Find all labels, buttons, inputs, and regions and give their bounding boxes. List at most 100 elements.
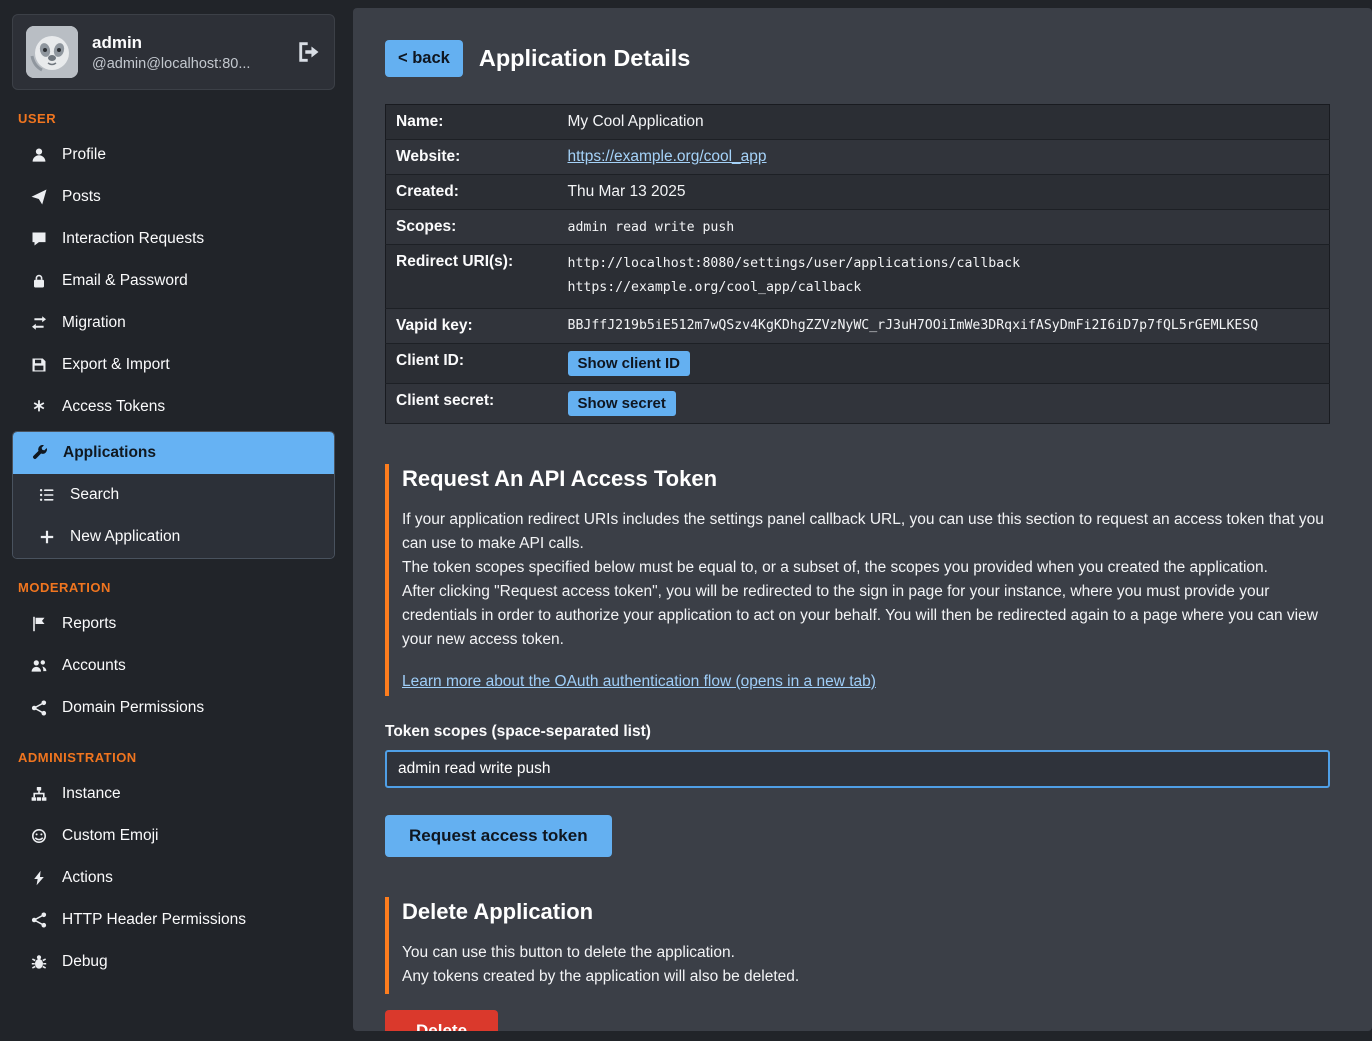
page-header: < back Application Details [385,40,1330,77]
page: admin @admin@localhost:80... USER Profile… [0,0,1372,1041]
request-access-token-button[interactable]: Request access token [385,815,612,857]
delete-button[interactable]: Delete [385,1010,498,1031]
detail-label: Client ID: [386,343,562,383]
detail-value: My Cool Application [562,105,1330,140]
token-section-paragraph: The token scopes specified below must be… [402,556,1330,580]
sidebar-item-export-import[interactable]: Export & Import [12,344,335,386]
detail-value: admin read write push [562,210,1330,245]
sidebar-item-label: Access Tokens [62,398,165,416]
detail-label: Scopes: [386,210,562,245]
nav-group-applications: ApplicationsSearch New Application [12,431,335,559]
show-secret-button[interactable]: Show secret [568,391,676,416]
list-icon [38,487,55,503]
sidebar-item-search[interactable]: Search [13,474,334,516]
user-handle: @admin@localhost:80... [92,56,250,72]
flag-icon [30,616,47,632]
detail-value: http://localhost:8080/settings/user/appl… [562,245,1330,309]
sidebar-nav: USER Profile Posts Interaction Requests Emai… [12,111,335,983]
sidebar-item-label: New Application [70,528,180,546]
bolt-icon [30,870,47,886]
lock-icon [30,273,47,289]
sidebar-item-new-application[interactable]: New Application [13,516,334,558]
sidebar-item-label: Migration [62,314,126,332]
detail-row-website: Website:https://example.org/cool_app [386,140,1330,175]
wrench-icon [31,445,48,461]
sidebar-item-reports[interactable]: Reports [12,603,335,645]
application-details-table: Name:My Cool ApplicationWebsite:https://… [385,104,1330,424]
sidebar-item-label: Debug [62,953,108,971]
detail-row-created: Created:Thu Mar 13 2025 [386,175,1330,210]
sidebar-item-label: Custom Emoji [62,827,158,845]
sidebar-item-label: Actions [62,869,113,887]
detail-row-client-id: Client ID:Show client ID [386,343,1330,383]
sidebar-item-label: Reports [62,615,116,633]
share-nodes-icon [30,912,47,928]
sidebar-item-label: Instance [62,785,121,803]
sidebar-item-label: Interaction Requests [62,230,204,248]
oauth-docs-link[interactable]: Learn more about the OAuth authenticatio… [402,673,876,691]
user-icon [30,147,47,163]
exchange-icon [30,315,47,331]
show-client-id-button[interactable]: Show client ID [568,351,691,376]
certificate-icon [30,399,47,415]
token-section-paragraph: If your application redirect URIs includ… [402,508,1330,556]
delete-section-line: Any tokens created by the application wi… [402,965,1330,989]
sloth-avatar-image [26,26,78,78]
sidebar-item-label: Domain Permissions [62,699,204,717]
token-section-paragraph: After clicking "Request access token", y… [402,580,1330,652]
page-title: Application Details [479,45,691,72]
detail-value: Show secret [562,383,1330,423]
delete-section-line: You can use this button to delete the ap… [402,941,1330,965]
user-info: admin @admin@localhost:80... [92,33,250,72]
detail-value: https://example.org/cool_app [562,140,1330,175]
sidebar-item-domain-permissions[interactable]: Domain Permissions [12,687,335,729]
detail-value: Thu Mar 13 2025 [562,175,1330,210]
delete-application-section: Delete Application You can use this butt… [385,897,1330,994]
nav-section-user: USER [18,111,335,126]
main-content: < back Application Details Name:My Cool … [353,8,1372,1031]
request-token-section: Request An API Access Token If your appl… [385,464,1330,696]
sidebar-item-instance[interactable]: Instance [12,773,335,815]
detail-row-vapid-key: Vapid key:BBJffJ219b5iE512m7wQSzv4KgKDhg… [386,308,1330,343]
token-scopes-label: Token scopes (space-separated list) [385,723,1330,741]
detail-value: Show client ID [562,343,1330,383]
detail-row-scopes: Scopes:admin read write push [386,210,1330,245]
sidebar-item-label: Accounts [62,657,126,675]
detail-label: Created: [386,175,562,210]
paper-plane-icon [30,189,47,205]
token-scopes-input[interactable] [385,750,1330,788]
user-name: admin [92,33,250,53]
website-link[interactable]: https://example.org/cool_app [568,148,767,165]
users-icon [30,658,47,674]
sidebar-item-actions[interactable]: Actions [12,857,335,899]
sidebar-item-profile[interactable]: Profile [12,134,335,176]
detail-label: Client secret: [386,383,562,423]
sidebar-item-posts[interactable]: Posts [12,176,335,218]
sidebar-item-custom-emoji[interactable]: Custom Emoji [12,815,335,857]
sidebar-item-label: HTTP Header Permissions [62,911,246,929]
detail-label: Name: [386,105,562,140]
sidebar-item-access-tokens[interactable]: Access Tokens [12,386,335,428]
sidebar-item-label: Email & Password [62,272,188,290]
sidebar-item-migration[interactable]: Migration [12,302,335,344]
detail-label: Vapid key: [386,308,562,343]
sidebar-item-accounts[interactable]: Accounts [12,645,335,687]
avatar [26,26,78,78]
logout-icon[interactable] [296,40,320,64]
sidebar-item-email-password[interactable]: Email & Password [12,260,335,302]
detail-row-name: Name:My Cool Application [386,105,1330,140]
smile-icon [30,828,47,844]
detail-label: Redirect URI(s): [386,245,562,309]
sidebar-item-applications[interactable]: Applications [13,432,334,474]
detail-row-client-secret: Client secret:Show secret [386,383,1330,423]
plus-icon [38,529,55,545]
detail-value: BBJffJ219b5iE512m7wQSzv4KgKDhgZZVzNyWC_r… [562,308,1330,343]
sidebar-item-label: Profile [62,146,106,164]
sidebar-item-debug[interactable]: Debug [12,941,335,983]
delete-application-title: Delete Application [402,899,1330,925]
sidebar-item-http-header-permissions[interactable]: HTTP Header Permissions [12,899,335,941]
sidebar-item-interaction-requests[interactable]: Interaction Requests [12,218,335,260]
back-button[interactable]: < back [385,40,463,77]
user-card[interactable]: admin @admin@localhost:80... [12,14,335,90]
sidebar-item-label: Posts [62,188,101,206]
